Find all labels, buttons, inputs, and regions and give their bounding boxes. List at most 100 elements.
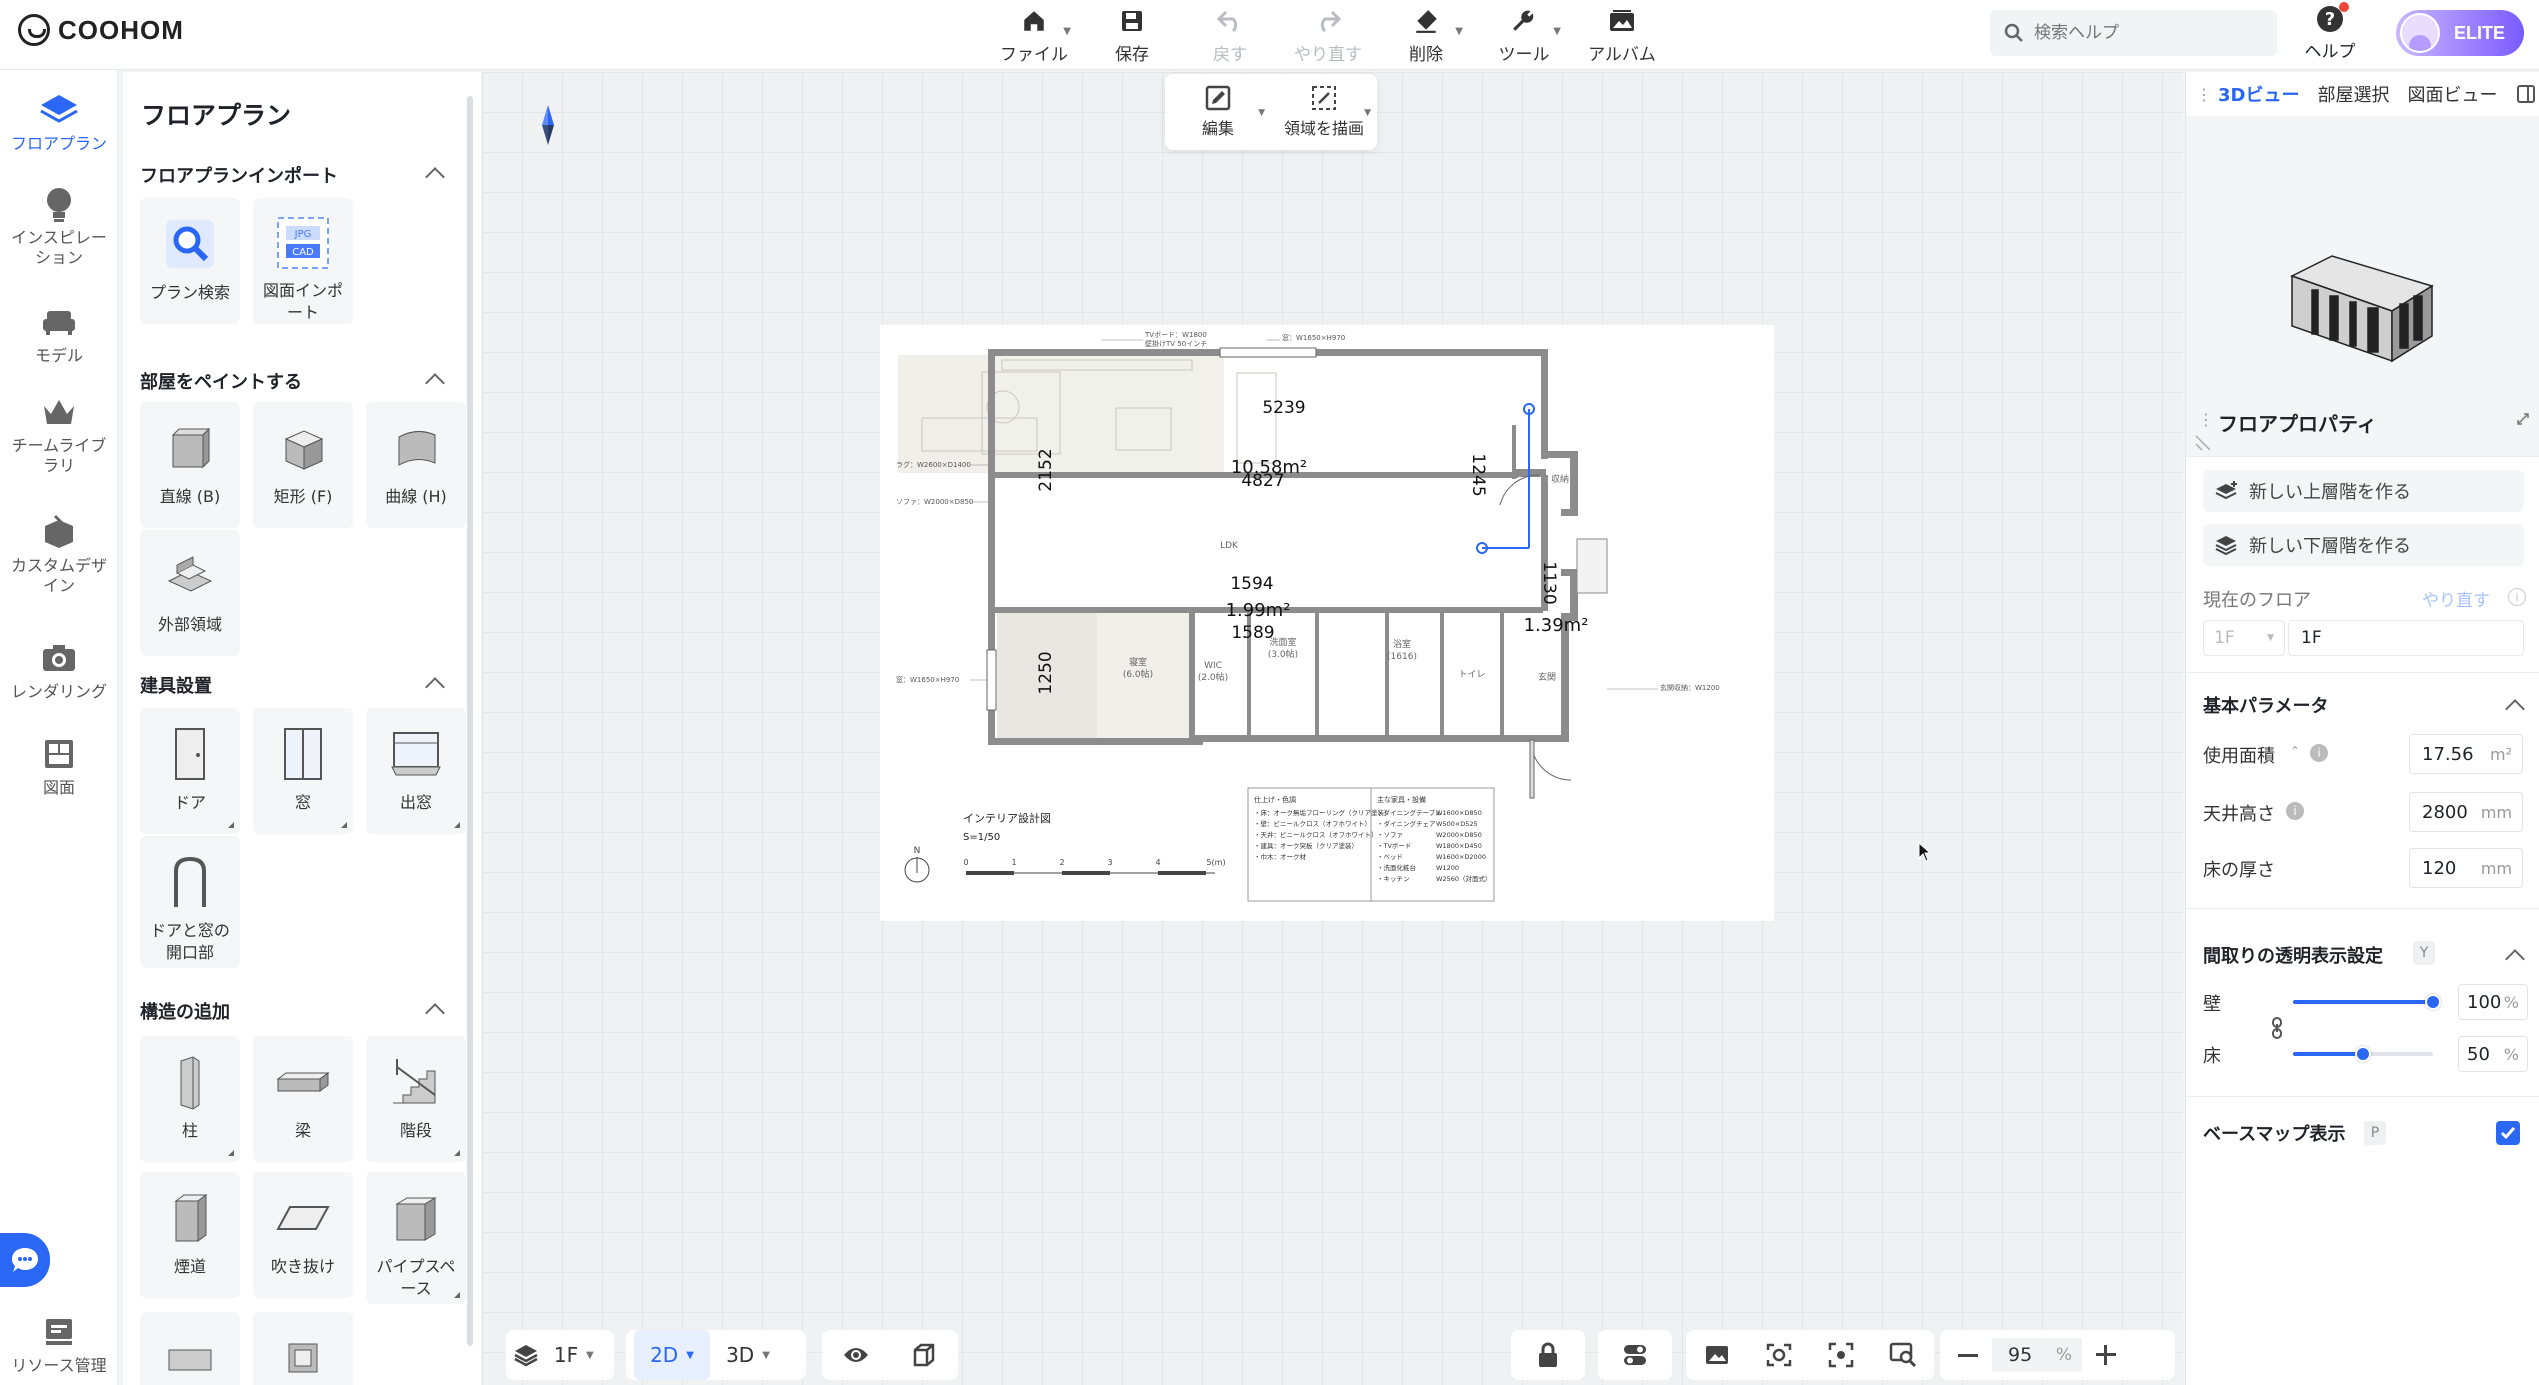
- rail-item-inspiration[interactable]: インスピレーション: [0, 182, 118, 268]
- drawing-import-tile[interactable]: JPG CAD 図面インポート: [253, 198, 353, 324]
- rail-item-model[interactable]: モデル: [0, 300, 118, 366]
- sort-icon[interactable]: ⌃: [2290, 744, 2300, 758]
- redo-link[interactable]: やり直す: [2422, 586, 2490, 611]
- rail-item-custom-design[interactable]: カスタムデザイン: [0, 510, 118, 596]
- column-tile[interactable]: 柱: [140, 1036, 240, 1162]
- collapse-icon[interactable]: [425, 1003, 445, 1023]
- delete-menu-button[interactable]: 削除 ▼: [1377, 4, 1475, 65]
- partial-tile[interactable]: [140, 1312, 240, 1385]
- view-settings-button[interactable]: [1754, 1330, 1804, 1380]
- collapse-icon[interactable]: [2505, 699, 2525, 719]
- zoom-to-button[interactable]: [1878, 1330, 1928, 1380]
- expand-icon[interactable]: [2516, 412, 2530, 426]
- visibility-button[interactable]: [831, 1330, 881, 1380]
- collapse-icon[interactable]: [2505, 949, 2525, 969]
- curve-room-tile[interactable]: 曲線 (H): [366, 402, 466, 528]
- panel-toggle-icon[interactable]: [2517, 85, 2536, 103]
- edit-button[interactable]: 編集 ▼: [1165, 74, 1271, 150]
- floor-thickness-field[interactable]: 120 mm: [2409, 848, 2523, 888]
- basemap-checkbox[interactable]: [2496, 1121, 2520, 1145]
- toggle-settings-button[interactable]: [1598, 1330, 1672, 1380]
- pipe-space-tile[interactable]: パイプスペース: [366, 1172, 466, 1304]
- file-menu-button[interactable]: ファイル ▼: [985, 4, 1083, 65]
- column-icon: [160, 1052, 220, 1112]
- outer-area-tile[interactable]: 外部領域: [140, 530, 240, 656]
- furniture-item: ・ベッド: [1377, 853, 1403, 861]
- dim-1594: 1594: [1230, 574, 1273, 594]
- rail-item-team-library[interactable]: チームライブラリ: [0, 390, 118, 476]
- basic-params-title: 基本パラメータ: [2203, 696, 2329, 717]
- coohom-logo[interactable]: COOHOM: [18, 14, 184, 46]
- cube-view-button[interactable]: [899, 1330, 949, 1380]
- void-tile[interactable]: 吹き抜け: [253, 1172, 353, 1298]
- floor-plan-drawing[interactable]: LDK 収納 WIC (2.0帖) 洗面室 (3.0帖) 浴室 (1616) ト…: [880, 325, 1774, 921]
- image-button[interactable]: [1692, 1330, 1742, 1380]
- tab-3d-view[interactable]: 3Dビュー: [2218, 81, 2299, 107]
- rail-item-rendering[interactable]: レンダリング: [0, 636, 118, 702]
- help-search-input[interactable]: [2034, 23, 2254, 43]
- beam-tile[interactable]: 梁: [253, 1036, 353, 1162]
- save-button[interactable]: 保存: [1083, 4, 1181, 65]
- info-icon[interactable]: i: [2286, 802, 2304, 820]
- ceiling-height-label: 天井高さ: [2203, 804, 2275, 825]
- zoom-out-button[interactable]: [1950, 1330, 1986, 1380]
- zoom-field[interactable]: %: [1992, 1338, 2082, 1372]
- plan-search-tile[interactable]: プラン検索: [140, 198, 240, 324]
- collapse-icon[interactable]: [425, 677, 445, 697]
- rail-item-floorplan[interactable]: フロアプラン: [0, 88, 118, 154]
- floor-switcher[interactable]: 1F ▼: [506, 1330, 614, 1380]
- floor-opacity-slider[interactable]: [2293, 1046, 2433, 1062]
- lock-button[interactable]: [1511, 1330, 1585, 1380]
- floor-select[interactable]: 1F ▼: [2203, 620, 2285, 656]
- 3d-preview[interactable]: [2186, 116, 2539, 456]
- door-tile[interactable]: ドア: [140, 708, 240, 834]
- album-button[interactable]: アルバム: [1573, 4, 1671, 65]
- drag-handle-icon[interactable]: ⋮: [2198, 410, 2214, 429]
- zoom-in-button[interactable]: [2088, 1330, 2124, 1380]
- shortcut-key-p: P: [2364, 1121, 2386, 1145]
- draw-area-button[interactable]: 領域を描画 ▼: [1271, 74, 1377, 150]
- tab-plan-view[interactable]: 図面ビュー: [2407, 81, 2497, 107]
- link-icon[interactable]: [2270, 1016, 2284, 1040]
- collapse-icon[interactable]: [425, 167, 445, 187]
- help-button[interactable]: ? ヘルプ: [2300, 2, 2360, 62]
- floor-opacity-field[interactable]: 50 %: [2458, 1036, 2528, 1072]
- rail-item-resource[interactable]: リソース管理: [0, 1310, 118, 1376]
- fit-view-button[interactable]: [1816, 1330, 1866, 1380]
- mode-2d-button[interactable]: 2D ▼: [634, 1330, 710, 1380]
- panel-scrollbar[interactable]: [467, 96, 473, 1346]
- undo-button[interactable]: 戻す: [1181, 4, 1279, 65]
- chat-support-button[interactable]: [0, 1233, 50, 1287]
- mode-3d-button[interactable]: 3D ▼: [710, 1330, 786, 1380]
- wall-slider-knob[interactable]: [2425, 994, 2441, 1010]
- usable-area-field[interactable]: 17.56 m²: [2409, 734, 2523, 774]
- partial-tile[interactable]: [253, 1312, 353, 1385]
- drag-handle-icon[interactable]: ⋮: [2196, 85, 2218, 104]
- tab-room-select[interactable]: 部屋選択: [2317, 81, 2389, 107]
- line-room-tile[interactable]: 直線 (B): [140, 402, 240, 528]
- new-lower-floor-button[interactable]: 新しい下層階を作る: [2203, 524, 2524, 566]
- chimney-tile[interactable]: 煙道: [140, 1172, 240, 1298]
- collapse-icon[interactable]: [425, 373, 445, 393]
- bay-window-tile[interactable]: 出窓: [366, 708, 466, 834]
- window-tile[interactable]: 窓: [253, 708, 353, 834]
- floor-slider-knob[interactable]: [2355, 1046, 2371, 1062]
- new-upper-floor-button[interactable]: 新しい上層階を作る: [2203, 470, 2524, 512]
- note-sofa: ソファ：W2000×D850: [896, 498, 973, 506]
- help-search-box[interactable]: [1990, 10, 2277, 56]
- user-account-button[interactable]: ELITE: [2396, 10, 2524, 56]
- floor-name-input[interactable]: 1F: [2288, 620, 2524, 656]
- info-icon[interactable]: i: [2508, 588, 2526, 606]
- rect-room-tile[interactable]: 矩形 (F): [253, 402, 353, 528]
- lightbulb-icon: [37, 182, 81, 226]
- wall-opacity-slider[interactable]: [2293, 994, 2441, 1010]
- compass-icon[interactable]: [541, 105, 555, 145]
- stairs-tile[interactable]: 階段: [366, 1036, 466, 1162]
- wall-opacity-field[interactable]: 100 %: [2458, 984, 2528, 1020]
- rail-item-drawing[interactable]: 図面: [0, 732, 118, 798]
- redo-button[interactable]: やり直す: [1279, 4, 1377, 65]
- ceiling-height-field[interactable]: 2800 mm: [2409, 792, 2523, 832]
- tools-menu-button[interactable]: ツール ▼: [1475, 4, 1573, 65]
- info-icon[interactable]: i: [2310, 744, 2328, 762]
- opening-tile[interactable]: ドアと窓の開口部: [140, 836, 240, 968]
